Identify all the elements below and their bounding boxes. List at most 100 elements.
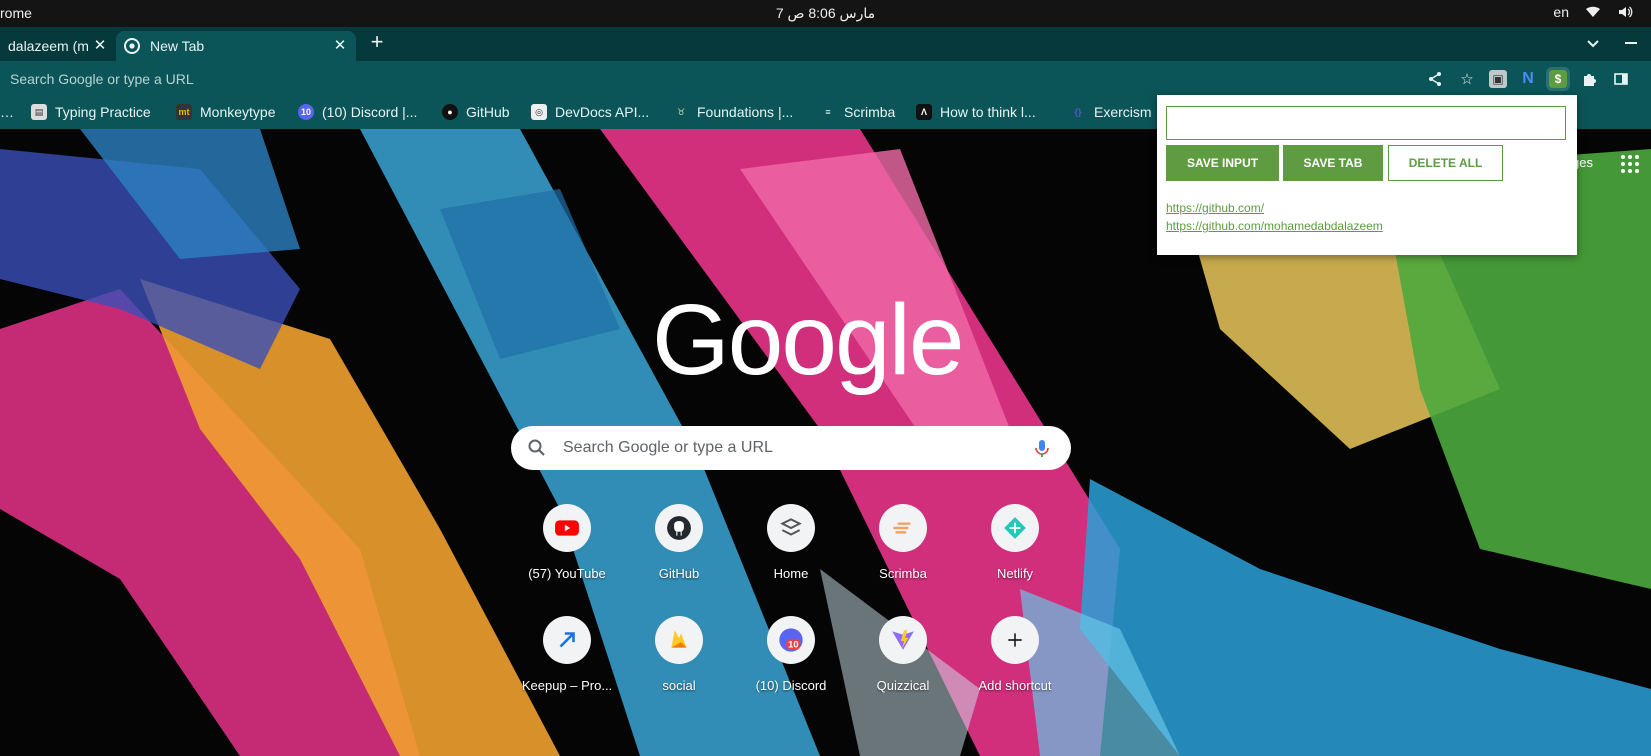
- bookmark-label: Foundations |...: [697, 104, 794, 120]
- bookmark-label: GitHub: [466, 104, 510, 120]
- shortcut-label: Scrimba: [879, 566, 927, 581]
- github-icon: ●: [442, 104, 458, 120]
- save-input-button[interactable]: SAVE INPUT: [1166, 145, 1279, 181]
- ntp-search-input[interactable]: [563, 439, 1031, 457]
- exercism-icon: {}: [1074, 107, 1082, 117]
- shortcut-home[interactable]: Home: [735, 504, 847, 604]
- plus-icon: [1008, 633, 1022, 647]
- extension-n-icon[interactable]: N: [1519, 70, 1537, 88]
- home-icon: [780, 518, 802, 536]
- bookmark-exercism[interactable]: {} Exercism: [1070, 104, 1152, 120]
- minimize-button[interactable]: [1621, 33, 1641, 53]
- shortcut-label: Quizzical: [876, 678, 930, 693]
- shortcut-tile: [543, 504, 591, 552]
- odin-icon: ♉: [676, 106, 686, 117]
- ntp-search-box[interactable]: [511, 426, 1071, 470]
- new-tab-button[interactable]: +: [365, 31, 389, 55]
- os-status-area[interactable]: en: [1553, 4, 1633, 20]
- tab-github-profile[interactable]: dalazeem (m ✕: [0, 31, 116, 61]
- address-placeholder: Search Google or type a URL: [10, 71, 194, 87]
- keepup-icon: [559, 632, 575, 648]
- shortcut-label: GitHub: [658, 566, 700, 581]
- os-top-bar: rome 7 مارس 8:06 ص en: [0, 0, 1651, 27]
- shortcut-youtube[interactable]: (57) YouTube: [511, 504, 623, 604]
- discord-icon: 10: [779, 628, 803, 652]
- shortcut-tile: [879, 616, 927, 664]
- bookmark-typing-practice[interactable]: ▤ Typing Practice: [31, 104, 151, 120]
- lead-input[interactable]: [1166, 106, 1566, 140]
- save-tab-button[interactable]: SAVE TAB: [1283, 145, 1383, 181]
- bookmark-discord[interactable]: 10 (10) Discord |...: [298, 104, 417, 120]
- shortcut-tile: [655, 616, 703, 664]
- bookmark-devdocs[interactable]: ◎ DevDocs API...: [531, 104, 649, 120]
- wifi-icon: [1586, 6, 1600, 17]
- saved-leads-list: https://github.com/ https://github.com/m…: [1166, 199, 1383, 235]
- shortcut-github[interactable]: GitHub: [623, 504, 735, 604]
- shortcut-label: Add shortcut: [978, 678, 1052, 693]
- side-panel-icon[interactable]: [1611, 69, 1631, 89]
- shortcut-social[interactable]: social: [623, 616, 735, 716]
- tab-title: dalazeem (m: [8, 38, 89, 54]
- bookmark-label: (10) Discord |...: [322, 104, 418, 120]
- shortcut-label: (10) Discord: [755, 678, 827, 693]
- typing-icon: ▤: [31, 104, 47, 120]
- shortcut-tile: [543, 616, 591, 664]
- scrimba-icon: ≡: [825, 107, 831, 117]
- svg-text:10: 10: [788, 640, 798, 650]
- bookmark-label: Exercism: [1094, 104, 1152, 120]
- tab-strip: dalazeem (m ✕ New Tab ✕: [0, 27, 1651, 61]
- bookmark-monkeytype[interactable]: mt Monkeytype: [176, 104, 275, 120]
- delete-all-button[interactable]: DELETE ALL: [1388, 145, 1503, 181]
- shortcut-label: (57) YouTube: [528, 566, 606, 581]
- shortcut-label: Keepup – Pro...: [521, 678, 613, 693]
- bookmark-scrimba[interactable]: ≡ Scrimba: [820, 104, 895, 120]
- extension-image-icon[interactable]: ▣: [1489, 70, 1507, 88]
- shortcut-tile: [991, 616, 1039, 664]
- shortcut-label: Home: [773, 566, 809, 581]
- bookmark-foundations[interactable]: ♉ Foundations |...: [673, 104, 793, 120]
- chrome-icon: [124, 38, 140, 54]
- shortcut-label: social: [662, 678, 696, 693]
- address-bar[interactable]: Search Google or type a URL: [0, 65, 1480, 93]
- bookmark-label: DevDocs API...: [555, 104, 650, 120]
- minimize-icon: [1625, 42, 1637, 44]
- discord-icon: 10: [298, 104, 314, 120]
- shortcut-quizzical[interactable]: Quizzical: [847, 616, 959, 716]
- puzzle-icon[interactable]: [1579, 69, 1599, 89]
- youtube-icon: [555, 520, 579, 536]
- microphone-icon[interactable]: [1031, 437, 1053, 459]
- saved-lead-link[interactable]: https://github.com/: [1166, 199, 1383, 217]
- os-app-name[interactable]: rome: [0, 5, 32, 21]
- monkeytype-icon: mt: [176, 104, 192, 120]
- shortcut-add[interactable]: Add shortcut: [959, 616, 1071, 716]
- shortcut-scrimba[interactable]: Scrimba: [847, 504, 959, 604]
- book-icon: Λ: [916, 104, 932, 120]
- shortcut-tile: [655, 504, 703, 552]
- firebase-icon: [671, 630, 687, 648]
- close-icon[interactable]: ✕: [332, 38, 348, 54]
- shortcut-discord[interactable]: 10 (10) Discord: [735, 616, 847, 716]
- close-icon[interactable]: ✕: [92, 38, 108, 54]
- os-clock[interactable]: 7 مارس 8:06 ص: [0, 5, 1651, 22]
- share-icon[interactable]: [1425, 69, 1445, 89]
- shortcut-tile: [879, 504, 927, 552]
- tab-search-button[interactable]: [1583, 33, 1603, 53]
- apps-grid-icon[interactable]: [1620, 154, 1640, 174]
- netlify-icon: [1004, 517, 1026, 539]
- shortcut-keepup[interactable]: Keepup – Pro...: [511, 616, 623, 716]
- bookmark-star-icon[interactable]: ☆: [1457, 69, 1477, 89]
- saved-lead-link[interactable]: https://github.com/mohamedabdalazeem: [1166, 217, 1383, 235]
- shortcut-tile: 10: [767, 616, 815, 664]
- bookmark-overflow-left[interactable]: …: [0, 104, 14, 120]
- volume-icon: [1619, 6, 1633, 18]
- bookmark-how-to-think[interactable]: Λ How to think l...: [916, 104, 1036, 120]
- vite-icon: [892, 630, 914, 650]
- bookmark-label: Scrimba: [844, 104, 896, 120]
- shortcut-netlify[interactable]: Netlify: [959, 504, 1071, 604]
- bookmark-github[interactable]: ● GitHub: [442, 104, 510, 120]
- bookmark-label: How to think l...: [940, 104, 1036, 120]
- tab-new-tab[interactable]: New Tab ✕: [116, 31, 356, 61]
- extension-active-icon[interactable]: $: [1546, 67, 1570, 91]
- menu-edge[interactable]: [1643, 69, 1651, 89]
- os-lang[interactable]: en: [1553, 4, 1569, 20]
